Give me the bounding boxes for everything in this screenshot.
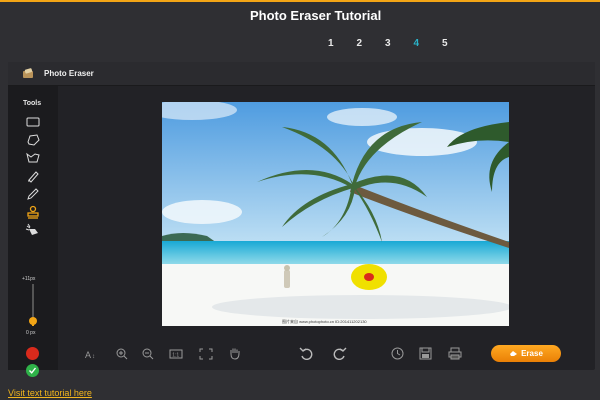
tools-panel: Tools +11px 0 px <box>8 86 58 377</box>
erase-button-label: Erase <box>521 349 543 358</box>
green-confirm-button[interactable] <box>26 364 39 377</box>
stamp-icon[interactable] <box>24 205 42 219</box>
photo-watermark: 图片来自 www.photophoto.cn ID:201411202130 <box>282 318 367 324</box>
pencil-icon[interactable] <box>24 187 42 201</box>
svg-text:1:1: 1:1 <box>172 352 179 358</box>
eraser-icon <box>510 351 518 356</box>
step-3[interactable]: 3 <box>385 38 414 49</box>
svg-text:A: A <box>85 350 91 359</box>
lasso-icon[interactable] <box>24 133 42 147</box>
photo-eraser-logo-icon <box>23 68 33 78</box>
redo-icon[interactable] <box>333 346 347 360</box>
actual-size-icon[interactable]: 1:1 <box>169 347 183 361</box>
rectangle-select-icon[interactable] <box>24 115 42 129</box>
save-icon[interactable] <box>418 346 432 360</box>
brush-size-slider-thumb[interactable] <box>29 316 37 325</box>
brush-icon[interactable] <box>24 169 42 183</box>
text-size-icon[interactable]: A ↕ <box>85 347 99 361</box>
step-5[interactable]: 5 <box>442 38 471 49</box>
smart-eraser-icon[interactable] <box>24 223 42 237</box>
brush-size-min-label: 0 px <box>26 330 36 336</box>
step-2[interactable]: 2 <box>357 38 386 49</box>
step-1[interactable]: 1 <box>328 38 357 49</box>
checkmark-icon <box>28 367 37 374</box>
yellow-highlight-marker[interactable] <box>350 263 388 291</box>
hand-pan-icon[interactable] <box>227 346 241 360</box>
page-title: Photo Eraser Tutorial <box>250 8 382 23</box>
svg-text:↕: ↕ <box>92 354 95 359</box>
fit-screen-icon[interactable] <box>199 347 213 361</box>
zoom-in-icon[interactable] <box>115 347 129 361</box>
erase-button[interactable]: Erase <box>491 345 561 362</box>
app-title: Photo Eraser <box>44 69 94 78</box>
red-color-swatch[interactable] <box>26 347 39 360</box>
visit-text-tutorial-link[interactable]: Visit text tutorial here <box>8 388 92 398</box>
undo-icon[interactable] <box>299 346 313 360</box>
brush-size-max-label: +11px <box>22 276 36 282</box>
history-icon[interactable] <box>390 346 404 360</box>
photo-canvas[interactable]: 图片来自 www.photophoto.cn ID:201411202130 <box>162 102 509 326</box>
print-icon[interactable] <box>448 346 462 360</box>
app-titlebar: Photo Eraser <box>8 62 595 86</box>
step-nav: 1 2 3 4 5 <box>328 38 471 49</box>
polygon-lasso-icon[interactable] <box>24 151 42 165</box>
tools-label: Tools <box>23 100 42 107</box>
step-4-active[interactable]: 4 <box>414 38 443 49</box>
zoom-out-icon[interactable] <box>141 347 155 361</box>
accent-line <box>0 0 600 2</box>
beach-photo: 图片来自 www.photophoto.cn ID:201411202130 <box>162 102 509 326</box>
